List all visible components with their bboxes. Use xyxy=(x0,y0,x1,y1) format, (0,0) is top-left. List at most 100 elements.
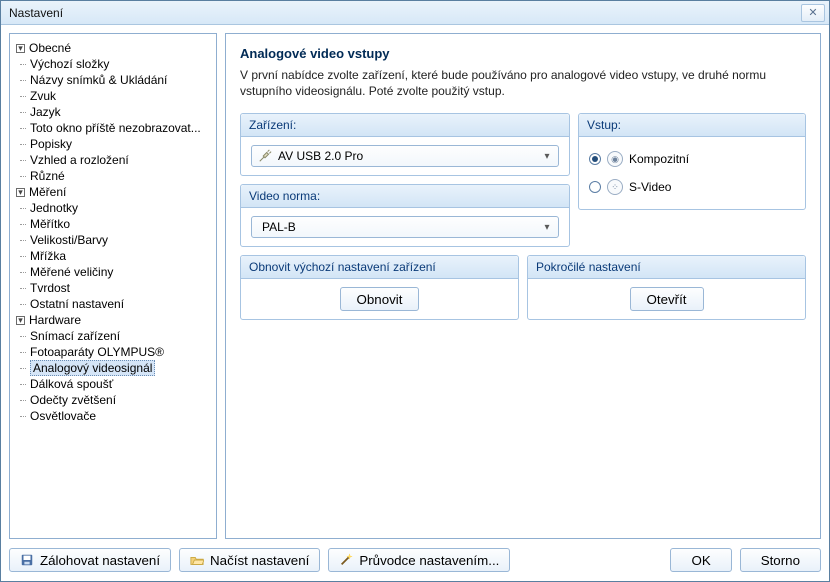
tree-item[interactable]: Velikosti/Barvy xyxy=(28,232,212,248)
tree-item-label: Dálková spoušť xyxy=(30,377,113,391)
tree-item-label: Snímací zařízení xyxy=(30,329,120,343)
radio-svideo-label: S-Video xyxy=(629,180,671,194)
wand-icon xyxy=(339,553,353,567)
advanced-group: Pokročilé nastavení Otevřít xyxy=(527,255,806,320)
tree-item[interactable]: Toto okno příště nezobrazovat... xyxy=(28,120,212,136)
device-combo-value: AV USB 2.0 Pro xyxy=(274,149,540,163)
tree-item[interactable]: Mřížka xyxy=(28,248,212,264)
tree-item[interactable]: Popisky xyxy=(28,136,212,152)
tree-item-label: Měřítko xyxy=(30,217,70,231)
tree-item-label: Fotoaparáty OLYMPUS® xyxy=(30,345,164,359)
tree-item-label: Analogový videosignál xyxy=(30,360,155,376)
tree-item-label: Jednotky xyxy=(30,201,78,215)
tree-item[interactable]: Vzhled a rozložení xyxy=(28,152,212,168)
radio-composite-label: Kompozitní xyxy=(629,152,689,166)
page-title: Analogové video vstupy xyxy=(240,46,806,61)
tree-item[interactable]: Měřené veličiny xyxy=(28,264,212,280)
tree-item-label: Vzhled a rozložení xyxy=(30,153,129,167)
tree-group-label: Měření xyxy=(29,185,66,199)
video-norm-group: Video norma: PAL-B ▾ xyxy=(240,184,570,247)
tree-item-label: Osvětlovače xyxy=(30,409,96,423)
tree-item-label: Výchozí složky xyxy=(30,57,109,71)
radio-icon xyxy=(589,181,601,193)
tree-item-label: Popisky xyxy=(30,137,72,151)
video-norm-group-header: Video norma: xyxy=(241,185,569,208)
tree-item[interactable]: Dálková spoušť xyxy=(28,376,212,392)
load-settings-button[interactable]: Načíst nastavení xyxy=(179,548,320,572)
advanced-open-button[interactable]: Otevřít xyxy=(630,287,704,311)
page-description: V první nabídce zvolte zařízení, které b… xyxy=(240,67,806,99)
tree-group-header[interactable]: ▾ Hardware xyxy=(14,312,212,328)
tree-item[interactable]: Různé xyxy=(28,168,212,184)
tree-item-label: Odečty zvětšení xyxy=(30,393,116,407)
cancel-button-label: Storno xyxy=(761,553,800,568)
device-combo[interactable]: AV USB 2.0 Pro ▾ xyxy=(251,145,559,167)
restore-group: Obnovit výchozí nastavení zařízení Obnov… xyxy=(240,255,519,320)
tree-item[interactable]: Fotoaparáty OLYMPUS® xyxy=(28,344,212,360)
collapse-icon: ▾ xyxy=(16,316,25,325)
tree-item[interactable]: Snímací zařízení xyxy=(28,328,212,344)
tree-item-label: Názvy snímků & Ukládání xyxy=(30,73,167,87)
chevron-down-icon: ▾ xyxy=(540,151,554,162)
tree-item[interactable]: Jazyk xyxy=(28,104,212,120)
tree-item-label: Jazyk xyxy=(30,105,61,119)
tree-item-label: Zvuk xyxy=(30,89,56,103)
tree-group-label: Obecné xyxy=(29,41,71,55)
folder-open-icon xyxy=(190,553,204,567)
ok-button[interactable]: OK xyxy=(670,548,731,572)
tree-item[interactable]: Názvy snímků & Ukládání xyxy=(28,72,212,88)
collapse-icon: ▾ xyxy=(16,188,25,197)
restore-button[interactable]: Obnovit xyxy=(340,287,420,311)
tree-item-label: Ostatní nastavení xyxy=(30,297,124,311)
tree-item[interactable]: Zvuk xyxy=(28,88,212,104)
tree-item[interactable]: Osvětlovače xyxy=(28,408,212,424)
bottom-bar: Zálohovat nastavení Načíst nastavení Prů… xyxy=(1,539,829,581)
tree-group-header[interactable]: ▾ Obecné xyxy=(14,40,212,56)
tree-item-label: Tvrdost xyxy=(30,281,70,295)
chevron-down-icon: ▾ xyxy=(540,222,554,233)
tree-item[interactable]: Odečty zvětšení xyxy=(28,392,212,408)
restore-group-header: Obnovit výchozí nastavení zařízení xyxy=(241,256,518,279)
tree-item-label: Toto okno příště nezobrazovat... xyxy=(30,121,201,135)
tree-item[interactable]: Analogový videosignál xyxy=(28,360,212,376)
input-group: Vstup: ◉ Kompozitní ⁘ S-Video xyxy=(578,113,806,210)
nav-tree[interactable]: ▾ Obecné Výchozí složky Názvy snímků & Uklá… xyxy=(9,33,217,539)
device-group-header: Zařízení: xyxy=(241,114,569,137)
advanced-open-button-label: Otevřít xyxy=(647,292,687,307)
ok-button-label: OK xyxy=(691,553,710,568)
main-panel: Analogové video vstupy V první nabídce z… xyxy=(225,33,821,539)
tree-item[interactable]: Měřítko xyxy=(28,216,212,232)
cancel-button[interactable]: Storno xyxy=(740,548,821,572)
tree-group-header[interactable]: ▾ Měření xyxy=(14,184,212,200)
device-group: Zařízení: AV USB 2.0 Pro ▾ xyxy=(240,113,570,176)
radio-composite[interactable]: ◉ Kompozitní xyxy=(589,145,795,173)
titlebar: Nastavení ✕ xyxy=(1,1,829,25)
tree-group-label: Hardware xyxy=(29,313,81,327)
save-icon xyxy=(20,553,34,567)
dialog-body: ▾ Obecné Výchozí složky Názvy snímků & Uklá… xyxy=(1,25,829,539)
restore-button-label: Obnovit xyxy=(357,292,403,307)
tree-item-label: Různé xyxy=(30,169,65,183)
tree-item-label: Měřené veličiny xyxy=(30,265,113,279)
settings-window: Nastavení ✕ ▾ Obecné Výchozí složky Názvy s… xyxy=(0,0,830,582)
backup-settings-button[interactable]: Zálohovat nastavení xyxy=(9,548,171,572)
close-button[interactable]: ✕ xyxy=(801,4,825,22)
tree-item-label: Velikosti/Barvy xyxy=(30,233,108,247)
svideo-icon: ⁘ xyxy=(607,179,623,195)
plug-icon xyxy=(256,149,274,163)
backup-settings-label: Zálohovat nastavení xyxy=(40,553,160,568)
collapse-icon: ▾ xyxy=(16,44,25,53)
tree-item[interactable]: Ostatní nastavení xyxy=(28,296,212,312)
radio-svideo[interactable]: ⁘ S-Video xyxy=(589,173,795,201)
settings-wizard-button[interactable]: Průvodce nastavením... xyxy=(328,548,510,572)
settings-wizard-label: Průvodce nastavením... xyxy=(359,553,499,568)
tree-item[interactable]: Jednotky xyxy=(28,200,212,216)
load-settings-label: Načíst nastavení xyxy=(210,553,309,568)
composite-icon: ◉ xyxy=(607,151,623,167)
video-norm-combo[interactable]: PAL-B ▾ xyxy=(251,216,559,238)
tree-item[interactable]: Výchozí složky xyxy=(28,56,212,72)
advanced-group-header: Pokročilé nastavení xyxy=(528,256,805,279)
tree-item[interactable]: Tvrdost xyxy=(28,280,212,296)
window-title: Nastavení xyxy=(9,6,801,20)
radio-icon xyxy=(589,153,601,165)
